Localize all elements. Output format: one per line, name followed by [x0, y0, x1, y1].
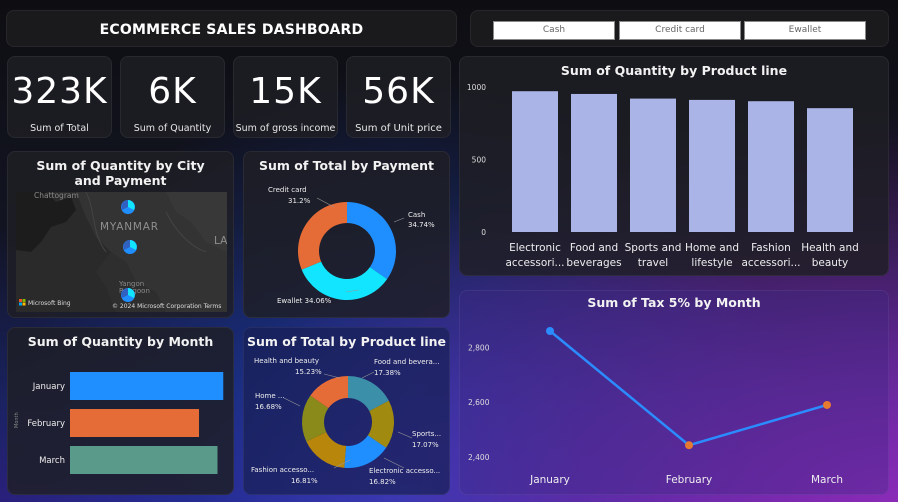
donut-slice-credit-card[interactable] — [298, 202, 347, 270]
bar-2[interactable] — [630, 98, 676, 232]
bar-1[interactable] — [571, 93, 617, 233]
kpi-label: Sum of gross income — [235, 123, 336, 134]
donut-label-cash-value: 34.74% — [408, 221, 435, 229]
kpi-value: 323K — [11, 71, 108, 112]
payment-slicer: Cash Credit card Ewallet — [470, 10, 889, 47]
map-bubble-1[interactable] — [121, 200, 135, 214]
bar-0[interactable] — [512, 91, 558, 232]
kpi-value: 6K — [148, 71, 197, 112]
x-tick-label: Food and — [570, 242, 618, 254]
bar-5[interactable] — [807, 108, 853, 232]
x-tick-label: Health and — [801, 242, 859, 254]
dashboard-title: ECOMMERCE SALES DASHBOARD — [99, 22, 364, 38]
map-title: Sum of Quantity by City and Payment — [36, 158, 205, 188]
donut2-label-electronic-name: Electronic accesso... — [369, 467, 440, 475]
x-tick-label: lifestyle — [691, 257, 732, 269]
product-donut-panel[interactable]: Sum of Total by Product line Health and … — [243, 327, 450, 495]
month-bar-svg: Month January February March — [14, 372, 224, 474]
x-tick-label: beverages — [566, 257, 621, 269]
map-svg: Chattogram MYANMAR LAO Yangon Rangoon — [16, 192, 227, 312]
donut2-label-sports-name: Sports... — [412, 430, 441, 438]
month-bar-2[interactable] — [70, 446, 218, 474]
payment-donut-svg: Credit card 31.2% Cash 34.74% Ewallet 34… — [268, 186, 435, 305]
product-line-bar-panel[interactable]: Sum of Quantity by Product line 1000 500 0… — [459, 56, 889, 276]
title-panel: ECOMMERCE SALES DASHBOARD — [6, 10, 457, 47]
map-canvas[interactable]: Chattogram MYANMAR LAO Yangon Rangoon — [16, 192, 227, 312]
donut-label-credit-value: 31.2% — [288, 197, 311, 205]
tax-point-1[interactable] — [685, 441, 693, 450]
x-tick-label: February — [666, 474, 713, 486]
y-tick-label: 2,600 — [468, 398, 490, 407]
kpi-card-quantity[interactable]: 6K Sum of Quantity — [120, 56, 225, 138]
donut2-label-home-name: Home ... — [255, 392, 285, 400]
kpi-label: Sum of Quantity — [133, 123, 212, 134]
kpi-card-gross-income[interactable]: 15K Sum of gross income — [233, 56, 338, 138]
kpi-value: 56K — [362, 71, 435, 112]
payment-donut-panel[interactable]: Sum of Total by Payment Credit card 31.2… — [243, 151, 450, 318]
tax-point-0[interactable] — [546, 327, 554, 335]
donut2-label-electronic-value: 16.82% — [369, 478, 396, 486]
tax-line-svg: 2,800 2,600 2,400 January February March — [468, 327, 843, 486]
slicer-cash-button[interactable]: Cash — [493, 21, 615, 40]
kpi-value: 15K — [249, 71, 322, 112]
product-bar-svg: 1000 500 0 Electronic accessori... Food and be… — [467, 83, 859, 269]
donut2-label-fashion-value: 16.81% — [291, 477, 318, 485]
donut2-label-food-value: 17.38% — [374, 369, 401, 377]
map-label-lao: LAO — [214, 235, 227, 247]
x-tick-label: Fashion — [751, 242, 791, 254]
product-donut-svg: Health and beauty 15.23% Food and bevera… — [251, 357, 441, 486]
tax-line-panel[interactable]: Sum of Tax 5% by Month 2,800 2,600 2,400 Ja… — [459, 290, 889, 495]
month-label: March — [39, 456, 65, 466]
y-tick-label: 2,800 — [468, 343, 490, 352]
map-label-myanmar: MYANMAR — [100, 221, 159, 233]
x-tick-label: accessori... — [505, 257, 564, 269]
x-tick-label: accessori... — [741, 257, 800, 269]
map-bing-label: Microsoft Bing — [28, 300, 71, 307]
x-tick-label: March — [811, 474, 843, 486]
kpi-card-unit-price[interactable]: 56K Sum of Unit price — [346, 56, 451, 138]
month-label: January — [32, 382, 65, 392]
x-tick-label: travel — [638, 257, 668, 269]
donut-label-cash-name: Cash — [408, 211, 425, 219]
donut2-label-fashion-name: Fashion accesso... — [251, 466, 314, 474]
tax-point-2[interactable] — [823, 400, 831, 409]
svg-text:Month: Month — [14, 412, 20, 428]
tax-line[interactable] — [549, 330, 828, 447]
bar-4[interactable] — [748, 101, 794, 233]
donut2-label-health-value: 15.23% — [295, 368, 322, 376]
map-bubble-2[interactable] — [123, 240, 137, 254]
slicer-credit-card-button[interactable]: Credit card — [619, 21, 741, 40]
month-bar-panel[interactable]: Sum of Quantity by Month Month January Fe… — [7, 327, 234, 495]
slicer-ewallet-button[interactable]: Ewallet — [744, 21, 866, 40]
y-tick-label: 1000 — [467, 83, 486, 92]
map-bubble-3[interactable] — [121, 288, 135, 302]
kpi-card-total[interactable]: 323K Sum of Total — [7, 56, 112, 138]
month-bar-1[interactable] — [70, 409, 200, 437]
donut2-label-food-name: Food and bevera... — [374, 358, 439, 366]
y-tick-label: 0 — [481, 228, 486, 237]
x-tick-label: January — [529, 474, 570, 486]
map-attribution[interactable]: © 2024 Microsoft Corporation Terms — [112, 303, 221, 310]
x-tick-label: beauty — [812, 257, 849, 269]
month-label: February — [27, 419, 65, 429]
map-panel[interactable]: Sum of Quantity by City and Payment Chat… — [7, 151, 234, 318]
kpi-label: Sum of Total — [30, 123, 89, 134]
donut2-label-health-name: Health and beauty — [254, 357, 319, 365]
month-bar-0[interactable] — [70, 372, 224, 400]
donut-slice-cash[interactable] — [347, 202, 396, 280]
bing-logo-icon — [19, 299, 26, 306]
donut-label-credit-name: Credit card — [268, 186, 307, 194]
donut2-label-home-value: 16.68% — [255, 403, 282, 411]
x-tick-label: Sports and — [625, 242, 682, 254]
y-tick-label: 500 — [472, 156, 487, 165]
donut2-label-sports-value: 17.07% — [412, 441, 439, 449]
donut-label-ewallet: Ewallet 34.06% — [277, 297, 332, 305]
map-label-chattogram: Chattogram — [34, 192, 79, 200]
y-tick-label: 2,400 — [468, 453, 490, 462]
x-tick-label: Home and — [685, 242, 739, 254]
bar-3[interactable] — [689, 99, 735, 232]
kpi-label: Sum of Unit price — [355, 123, 442, 134]
x-tick-label: Electronic — [509, 242, 561, 254]
